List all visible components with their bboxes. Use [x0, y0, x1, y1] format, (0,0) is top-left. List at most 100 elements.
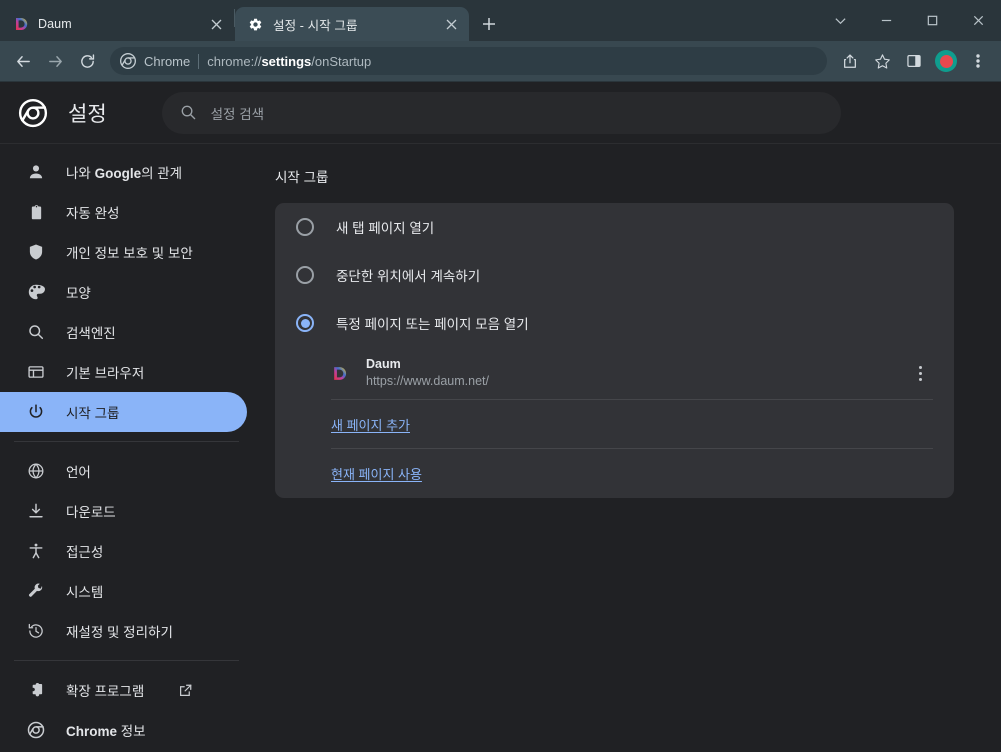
use-current-pages-row: 현재 페이지 사용: [331, 449, 933, 498]
startup-page-row: Daum https://www.daum.net/: [331, 347, 933, 400]
sidebar-item-label: 시작 그룹: [66, 406, 120, 421]
new-tab-button[interactable]: [475, 10, 503, 38]
side-panel-icon[interactable]: [899, 46, 929, 76]
clipboard-icon: [26, 202, 46, 222]
tab-settings[interactable]: 설정 - 시작 그룹: [235, 7, 469, 41]
browser-toolbar: Chrome chrome://settings/onStartup: [0, 41, 1001, 82]
section-title: 시작 그룹: [275, 170, 329, 185]
sidebar-item-accessibility[interactable]: 접근성: [0, 531, 247, 571]
avatar-inner: [939, 54, 953, 68]
dot: [918, 371, 922, 375]
chrome-logo-icon: [18, 98, 48, 128]
download-icon: [26, 501, 46, 521]
close-icon[interactable]: [955, 0, 1001, 41]
avatar[interactable]: [931, 46, 961, 76]
sidebar-item-label: 자동 완성: [66, 206, 120, 221]
browser-window: Daum 설정 - 시작 그룹 Chrome chrome://settings…: [0, 0, 1001, 752]
dot: [918, 365, 922, 369]
sidebar-divider: [14, 441, 239, 442]
radio-continue-where-left-off[interactable]: 중단한 위치에서 계속하기: [275, 251, 954, 299]
chrome-logo-icon: [120, 53, 136, 69]
settings-content: 시작 그룹 새 탭 페이지 열기 중단한 위치에서 계속하기 특정 페이지 또는…: [255, 144, 1001, 752]
search-icon: [180, 104, 197, 121]
startup-page-name: Daum: [366, 357, 401, 371]
tab-title: Daum: [38, 17, 72, 31]
chevron-down-icon[interactable]: [817, 0, 863, 41]
forward-arrow-icon[interactable]: [40, 46, 70, 76]
daum-favicon: [12, 16, 29, 33]
shield-icon: [26, 242, 46, 262]
star-icon[interactable]: [867, 46, 897, 76]
add-new-page-row: 새 페이지 추가: [331, 400, 933, 449]
sidebar-item-languages[interactable]: 언어: [0, 451, 247, 491]
sidebar-item-label: 다운로드: [66, 505, 116, 520]
three-dot-menu-icon[interactable]: [963, 46, 993, 76]
three-dot-menu-icon[interactable]: [907, 360, 933, 386]
sidebar-divider: [14, 660, 239, 661]
sidebar-item-reset-cleanup[interactable]: 재설정 및 정리하기: [0, 611, 247, 651]
share-icon[interactable]: [835, 46, 865, 76]
tab-strip: Daum 설정 - 시작 그룹: [0, 0, 1001, 41]
sidebar-item-label: 나와 Google의 관계: [66, 166, 183, 181]
power-icon: [26, 402, 46, 422]
close-icon[interactable]: [442, 15, 461, 34]
sidebar-item-label: 기본 브라우저: [66, 366, 145, 381]
tab-daum[interactable]: Daum: [0, 7, 234, 41]
sidebar-item-autofill[interactable]: 자동 완성: [0, 192, 247, 232]
minimize-icon[interactable]: [863, 0, 909, 41]
search-input[interactable]: 설정 검색: [161, 91, 841, 134]
dot: [918, 377, 922, 381]
search-icon: [26, 322, 46, 342]
radio-button[interactable]: [296, 218, 314, 236]
sidebar-item-search-engine[interactable]: 검색엔진: [0, 312, 247, 352]
settings-header: 설정 설정 검색: [0, 82, 1001, 144]
radio-open-new-tab-page[interactable]: 새 탭 페이지 열기: [275, 203, 954, 251]
accessibility-icon: [26, 541, 46, 561]
sidebar-item-on-startup[interactable]: 시작 그룹: [0, 392, 247, 432]
radio-label: 중단한 위치에서 계속하기: [336, 269, 481, 284]
sidebar-item-label: 검색엔진: [66, 326, 116, 341]
radio-label: 새 탭 페이지 열기: [336, 221, 435, 236]
daum-favicon: [331, 365, 348, 382]
startup-page-info: Daum https://www.daum.net/: [366, 356, 889, 390]
use-current-pages-link[interactable]: 현재 페이지 사용: [331, 464, 422, 483]
sidebar-item-label: Chrome 정보: [66, 724, 146, 739]
puzzle-icon: [26, 680, 46, 700]
radio-button[interactable]: [296, 266, 314, 284]
settings-sidebar: 나와 Google의 관계 자동 완성 개인 정보 보호 및 보안 모양 검색엔…: [0, 144, 255, 752]
radio-open-specific-pages[interactable]: 특정 페이지 또는 페이지 모음 열기: [275, 299, 954, 347]
gear-icon: [247, 16, 264, 33]
sidebar-item-about-chrome[interactable]: Chrome 정보: [0, 710, 247, 750]
close-icon[interactable]: [207, 15, 226, 34]
url-prefix: chrome://: [207, 53, 262, 69]
sidebar-item-appearance[interactable]: 모양: [0, 272, 247, 312]
history-restore-icon: [26, 621, 46, 641]
reload-icon[interactable]: [72, 46, 102, 76]
add-new-page-link[interactable]: 새 페이지 추가: [331, 415, 410, 434]
settings-page: 설정 설정 검색 나와 Google의 관계 자동 완성 개인 정보 보호 및 …: [0, 82, 1001, 752]
tab-title: 설정 - 시작 그룹: [273, 18, 358, 33]
window-controls: [817, 0, 1001, 41]
url-bold: settings: [261, 53, 312, 69]
sidebar-item-extensions[interactable]: 확장 프로그램: [0, 670, 247, 710]
url-suffix: /onStartup: [311, 53, 372, 69]
omnibox-divider: [198, 53, 200, 69]
sidebar-item-default-browser[interactable]: 기본 브라우저: [0, 352, 247, 392]
person-icon: [26, 162, 46, 182]
settings-body: 나와 Google의 관계 자동 완성 개인 정보 보호 및 보안 모양 검색엔…: [0, 144, 1001, 752]
palette-icon: [26, 282, 46, 302]
sidebar-item-system[interactable]: 시스템: [0, 571, 247, 611]
radio-button-selected[interactable]: [296, 314, 314, 332]
maximize-icon[interactable]: [909, 0, 955, 41]
address-bar[interactable]: Chrome chrome://settings/onStartup: [110, 47, 827, 75]
back-arrow-icon[interactable]: [8, 46, 38, 76]
external-link-icon: [178, 682, 194, 698]
globe-icon: [26, 461, 46, 481]
sidebar-item-privacy-security[interactable]: 개인 정보 보호 및 보안: [0, 232, 247, 272]
sidebar-item-you-and-google[interactable]: 나와 Google의 관계: [0, 152, 247, 192]
chrome-logo-icon: [26, 720, 46, 740]
browser-window-icon: [26, 362, 46, 382]
sidebar-item-downloads[interactable]: 다운로드: [0, 491, 247, 531]
sidebar-item-label: 접근성: [66, 545, 104, 560]
sidebar-item-label: 시스템: [66, 585, 104, 600]
